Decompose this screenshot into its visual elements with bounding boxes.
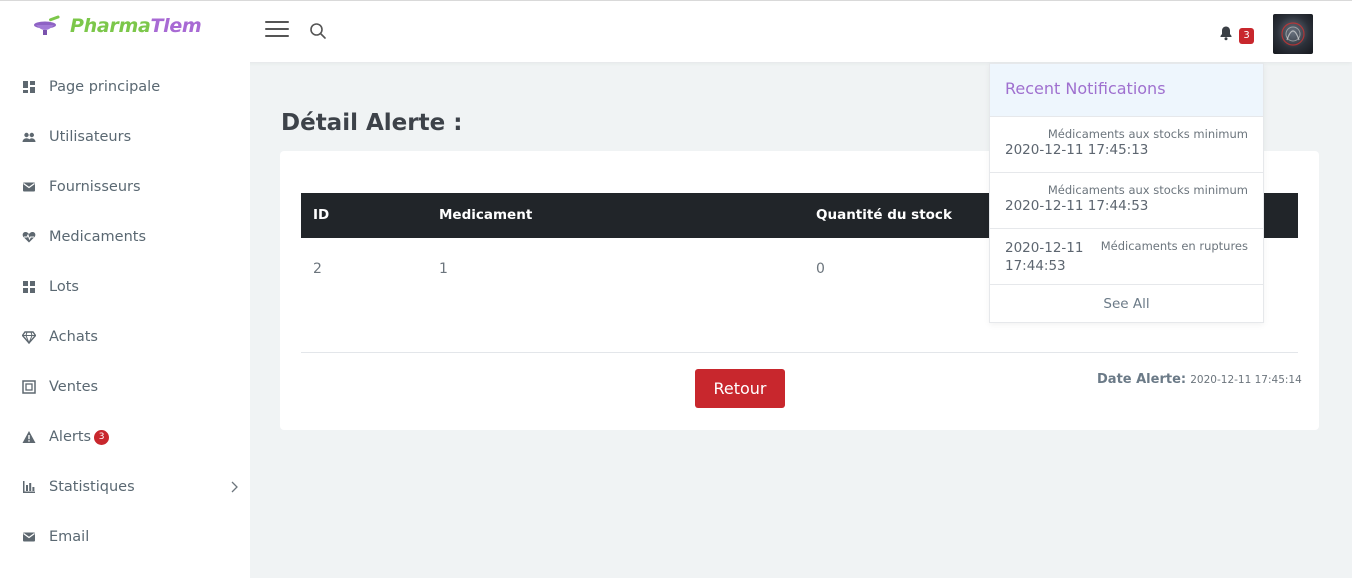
mail-icon: [23, 532, 35, 542]
brand-part-1: Pharma: [70, 15, 151, 37]
sidebar-item-achats[interactable]: Achats: [0, 312, 250, 362]
date-alerte: Date Alerte: 2020-12-11 17:45:14: [1097, 372, 1302, 387]
cell-id: 2: [313, 261, 322, 277]
sidebar-item-fournisseurs[interactable]: Fournisseurs: [0, 162, 250, 212]
alerts-count-badge: 3: [94, 429, 110, 445]
mail-icon: [23, 182, 35, 192]
avatar[interactable]: [1273, 14, 1313, 54]
sidebar-item-label: Fournisseurs: [49, 179, 141, 195]
bar-chart-icon: [23, 481, 35, 493]
brand-logo[interactable]: PharmaTlem: [32, 15, 202, 37]
retour-button[interactable]: Retour: [695, 369, 785, 408]
sidebar: Page principale Utilisateurs Fournisseur…: [0, 62, 250, 578]
notification-badge: 3: [1239, 28, 1254, 44]
sidebar-item-ventes[interactable]: Ventes: [0, 362, 250, 412]
column-header-medicament: Medicament: [439, 207, 533, 223]
notification-item[interactable]: Médicaments aux stocks minimum 2020-12-1…: [990, 172, 1263, 228]
sidebar-item-email[interactable]: Email: [0, 512, 250, 562]
notification-date: 2020-12-11 17:44:53: [1005, 240, 1084, 274]
notification-date: 2020-12-11 17:45:13: [1005, 142, 1149, 158]
cell-quantite: 0: [816, 261, 825, 277]
heartbeat-icon: [22, 231, 36, 243]
notification-message: Médicaments aux stocks minimum: [1047, 127, 1248, 141]
notification-message: Médicaments en ruptures: [1100, 239, 1248, 253]
search-icon[interactable]: [309, 22, 327, 40]
sidebar-item-label: Page principale: [49, 79, 161, 95]
date-alerte-value: 2020-12-11 17:45:14: [1190, 374, 1302, 386]
sidebar-item-label: Statistiques: [49, 479, 135, 495]
sidebar-item-label: Lots: [49, 279, 79, 295]
sidebar-item-label: Medicaments: [49, 229, 146, 245]
date-alerte-label: Date Alerte:: [1097, 372, 1187, 387]
notification-item[interactable]: Médicaments en ruptures 2020-12-11 17:44…: [990, 228, 1263, 284]
sidebar-item-medicaments[interactable]: Medicaments: [0, 212, 250, 262]
notifications-dropdown: Recent Notifications Médicaments aux sto…: [989, 63, 1264, 323]
sidebar-item-statistiques[interactable]: Statistiques: [0, 462, 250, 512]
sidebar-item-page-principale[interactable]: Page principale: [0, 62, 250, 112]
notification-item[interactable]: Médicaments aux stocks minimum 2020-12-1…: [990, 116, 1263, 172]
notifications-title: Recent Notifications: [990, 64, 1263, 116]
bell-icon[interactable]: [1218, 25, 1234, 41]
cell-medicament: 1: [439, 261, 448, 277]
sidebar-item-label: Alerts: [49, 429, 92, 445]
sidebar-item-label: Email: [49, 529, 90, 545]
column-header-quantite: Quantité du stock: [816, 207, 952, 223]
divider: [301, 352, 1298, 353]
sidebar-item-label: Achats: [49, 329, 98, 345]
avatar-image: [1281, 22, 1305, 46]
sidebar-item-label: Utilisateurs: [49, 129, 132, 145]
frame-icon: [22, 380, 36, 394]
brand-part-2: Tlem: [150, 15, 202, 37]
notification-message: Médicaments aux stocks minimum: [1047, 183, 1248, 197]
sidebar-item-label: Ventes: [49, 379, 99, 395]
notification-date: 2020-12-11 17:44:53: [1005, 198, 1149, 214]
dashboard-icon: [23, 81, 35, 93]
sidebar-item-utilisateurs[interactable]: Utilisateurs: [0, 112, 250, 162]
users-icon: [22, 132, 36, 142]
diamond-icon: [22, 331, 36, 344]
menu-toggle-icon[interactable]: [265, 21, 289, 39]
grid-icon: [23, 281, 35, 293]
brand-name: PharmaTlem: [70, 15, 202, 37]
page-title: Détail Alerte :: [281, 110, 463, 136]
sidebar-item-lots[interactable]: Lots: [0, 262, 250, 312]
chevron-right-icon: [231, 481, 238, 493]
top-bar: PharmaTlem 3: [0, 0, 1352, 62]
see-all-link[interactable]: See All: [990, 284, 1263, 322]
mortar-pestle-icon: [34, 15, 60, 35]
sidebar-item-alerts[interactable]: Alerts 3: [0, 412, 250, 462]
column-header-id: ID: [313, 207, 330, 223]
warning-icon: [22, 431, 36, 443]
